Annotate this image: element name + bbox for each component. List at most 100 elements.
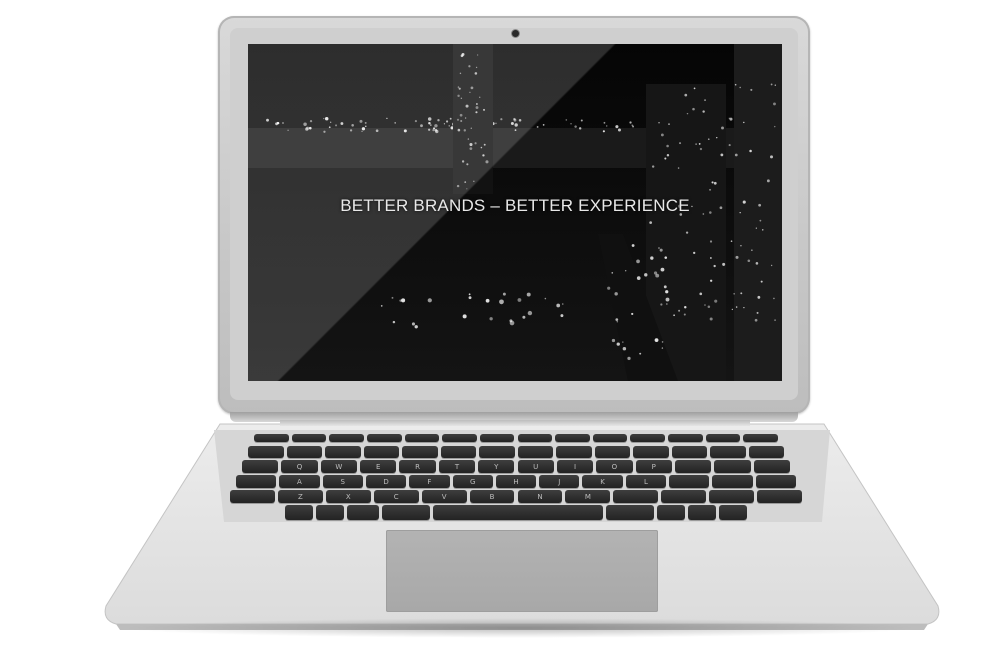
key [705,434,741,442]
key [712,475,753,488]
light-dot [445,120,449,123]
key [316,505,344,520]
key: E [360,460,397,473]
webcam-icon [512,30,519,37]
light-dot [757,295,761,299]
key: K [582,475,623,488]
light-dot [749,149,752,153]
light-dot [448,125,451,127]
key [668,434,703,442]
key [592,434,628,442]
light-dot [403,129,407,133]
light-dot [414,325,418,329]
light-dot [649,221,653,224]
light-dot [499,299,504,305]
light-dot [392,320,396,324]
light-dot [386,117,388,120]
light-dot [457,94,460,98]
light-dot [699,292,703,296]
light-dot [323,117,325,120]
light-dot [375,129,379,133]
key [479,446,515,458]
light-dot [622,346,627,351]
light-dot [632,125,635,128]
light-dot [707,305,711,309]
light-dot [709,317,713,321]
key [669,475,710,488]
light-dot [774,319,776,321]
light-dot [479,96,481,98]
light-dot [660,133,664,137]
light-dot [693,87,696,90]
light-dot [686,112,689,115]
key [710,446,746,458]
light-dot [460,97,463,99]
light-dot [655,273,660,278]
light-dot [760,280,763,283]
light-dot [713,264,716,268]
light-dot [733,292,735,295]
key [363,446,399,458]
light-dot [658,247,660,249]
light-dot [459,72,462,75]
light-dot [631,312,634,316]
key [714,460,751,473]
key: G [452,475,493,488]
key: J [539,475,580,488]
light-dot [721,126,724,130]
light-dot [361,127,366,131]
light-dot [660,303,663,306]
light-dot [710,257,712,259]
key [402,446,438,458]
light-dot [722,262,726,266]
light-dot [428,128,431,131]
light-dot [514,129,517,132]
light-dot [476,103,478,105]
light-dot [517,298,522,302]
light-dot [616,342,620,346]
light-dot [679,142,682,145]
key [757,490,802,503]
light-dot [629,121,632,124]
light-dot [766,179,770,183]
light-dot [607,286,611,290]
light-dot [466,188,468,190]
key [242,460,279,473]
light-dot [513,118,517,122]
key: R [399,460,436,473]
light-dot [469,142,473,147]
light-dot [427,117,432,121]
light-dot [502,292,506,296]
light-dot [731,308,734,311]
light-dot [460,119,463,123]
light-dot [462,314,467,319]
key: P [635,460,672,473]
light-dot [427,298,432,303]
light-dot [456,118,460,121]
light-dot [458,87,461,90]
light-dot [773,297,775,300]
light-dot [351,124,354,127]
light-dot [664,256,668,259]
key: V [421,490,467,503]
key: H [495,475,537,488]
laptop-screen: BETTER BRANDS – BETTER EXPERIENCE [248,44,782,381]
light-dot [659,248,663,252]
light-dot [468,65,471,68]
light-dot [434,124,438,128]
key: B [469,490,515,503]
light-dot [683,313,686,316]
light-dot [692,107,695,111]
light-dot [544,297,547,300]
light-dot [349,129,353,132]
key [329,434,364,442]
light-dot [574,125,577,128]
light-dot [456,184,460,188]
light-dot [495,122,497,125]
light-dot [622,341,624,343]
light-dot [414,120,417,123]
light-dot [759,219,762,222]
key: C [373,490,419,503]
key [433,505,603,520]
light-dot [754,318,758,322]
